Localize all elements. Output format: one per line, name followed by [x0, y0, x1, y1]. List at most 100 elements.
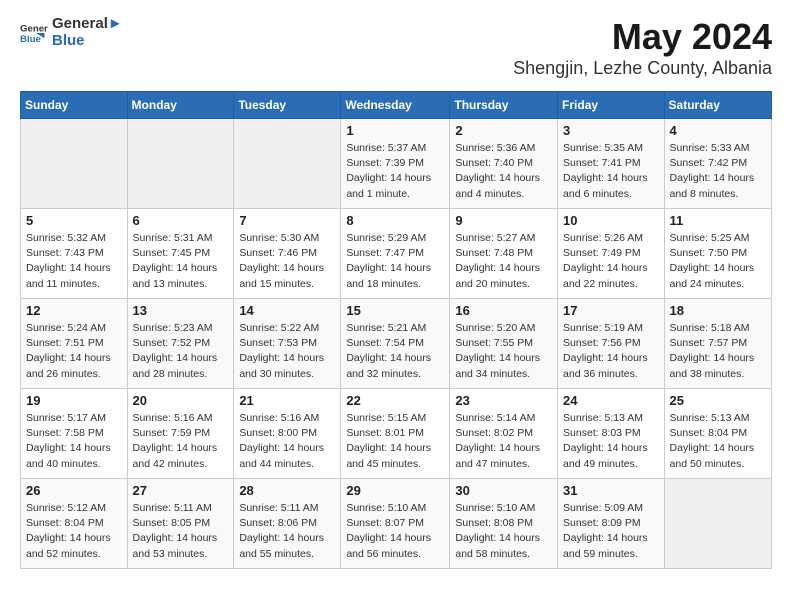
calendar-cell: 17 Sunrise: 5:19 AMSunset: 7:56 PMDaylig… — [558, 299, 665, 389]
day-number: 31 — [563, 483, 659, 498]
day-detail: Sunrise: 5:21 AMSunset: 7:54 PMDaylight:… — [346, 322, 431, 380]
day-detail: Sunrise: 5:27 AMSunset: 7:48 PMDaylight:… — [455, 232, 540, 290]
calendar-cell: 14 Sunrise: 5:22 AMSunset: 7:53 PMDaylig… — [234, 299, 341, 389]
calendar-cell: 3 Sunrise: 5:35 AMSunset: 7:41 PMDayligh… — [558, 119, 665, 209]
day-detail: Sunrise: 5:25 AMSunset: 7:50 PMDaylight:… — [670, 232, 755, 290]
day-number: 20 — [133, 393, 229, 408]
calendar-cell: 8 Sunrise: 5:29 AMSunset: 7:47 PMDayligh… — [341, 209, 450, 299]
calendar-week-row: 5 Sunrise: 5:32 AMSunset: 7:43 PMDayligh… — [21, 209, 772, 299]
calendar-cell: 9 Sunrise: 5:27 AMSunset: 7:48 PMDayligh… — [450, 209, 558, 299]
day-number: 27 — [133, 483, 229, 498]
day-detail: Sunrise: 5:23 AMSunset: 7:52 PMDaylight:… — [133, 322, 218, 380]
calendar-cell: 31 Sunrise: 5:09 AMSunset: 8:09 PMDaylig… — [558, 479, 665, 569]
logo-general: General — [52, 15, 108, 32]
day-detail: Sunrise: 5:19 AMSunset: 7:56 PMDaylight:… — [563, 322, 648, 380]
calendar-cell: 23 Sunrise: 5:14 AMSunset: 8:02 PMDaylig… — [450, 389, 558, 479]
weekday-header: Wednesday — [341, 92, 450, 119]
weekday-header: Thursday — [450, 92, 558, 119]
day-number: 13 — [133, 303, 229, 318]
day-detail: Sunrise: 5:10 AMSunset: 8:08 PMDaylight:… — [455, 502, 540, 560]
day-number: 12 — [26, 303, 122, 318]
day-detail: Sunrise: 5:26 AMSunset: 7:49 PMDaylight:… — [563, 232, 648, 290]
day-number: 16 — [455, 303, 552, 318]
calendar-week-row: 12 Sunrise: 5:24 AMSunset: 7:51 PMDaylig… — [21, 299, 772, 389]
calendar-cell — [127, 119, 234, 209]
calendar-cell: 5 Sunrise: 5:32 AMSunset: 7:43 PMDayligh… — [21, 209, 128, 299]
day-detail: Sunrise: 5:12 AMSunset: 8:04 PMDaylight:… — [26, 502, 111, 560]
calendar-cell: 27 Sunrise: 5:11 AMSunset: 8:05 PMDaylig… — [127, 479, 234, 569]
day-detail: Sunrise: 5:14 AMSunset: 8:02 PMDaylight:… — [455, 412, 540, 470]
day-detail: Sunrise: 5:13 AMSunset: 8:04 PMDaylight:… — [670, 412, 755, 470]
day-detail: Sunrise: 5:18 AMSunset: 7:57 PMDaylight:… — [670, 322, 755, 380]
calendar-cell: 29 Sunrise: 5:10 AMSunset: 8:07 PMDaylig… — [341, 479, 450, 569]
day-detail: Sunrise: 5:15 AMSunset: 8:01 PMDaylight:… — [346, 412, 431, 470]
day-number: 22 — [346, 393, 444, 408]
day-number: 30 — [455, 483, 552, 498]
day-number: 14 — [239, 303, 335, 318]
day-number: 23 — [455, 393, 552, 408]
day-number: 28 — [239, 483, 335, 498]
logo: General Blue General► Blue — [20, 16, 123, 49]
calendar-cell: 13 Sunrise: 5:23 AMSunset: 7:52 PMDaylig… — [127, 299, 234, 389]
calendar-cell: 6 Sunrise: 5:31 AMSunset: 7:45 PMDayligh… — [127, 209, 234, 299]
calendar-cell: 2 Sunrise: 5:36 AMSunset: 7:40 PMDayligh… — [450, 119, 558, 209]
day-detail: Sunrise: 5:11 AMSunset: 8:05 PMDaylight:… — [133, 502, 218, 560]
calendar-cell: 12 Sunrise: 5:24 AMSunset: 7:51 PMDaylig… — [21, 299, 128, 389]
calendar-cell: 15 Sunrise: 5:21 AMSunset: 7:54 PMDaylig… — [341, 299, 450, 389]
calendar-header-row: SundayMondayTuesdayWednesdayThursdayFrid… — [21, 92, 772, 119]
calendar-cell — [664, 479, 771, 569]
day-number: 10 — [563, 213, 659, 228]
weekday-header: Monday — [127, 92, 234, 119]
day-detail: Sunrise: 5:24 AMSunset: 7:51 PMDaylight:… — [26, 322, 111, 380]
calendar-table: SundayMondayTuesdayWednesdayThursdayFrid… — [20, 91, 772, 569]
day-detail: Sunrise: 5:29 AMSunset: 7:47 PMDaylight:… — [346, 232, 431, 290]
day-number: 21 — [239, 393, 335, 408]
weekday-header: Saturday — [664, 92, 771, 119]
day-detail: Sunrise: 5:09 AMSunset: 8:09 PMDaylight:… — [563, 502, 648, 560]
day-detail: Sunrise: 5:37 AMSunset: 7:39 PMDaylight:… — [346, 142, 431, 200]
day-number: 26 — [26, 483, 122, 498]
calendar-cell: 4 Sunrise: 5:33 AMSunset: 7:42 PMDayligh… — [664, 119, 771, 209]
calendar-location: Shengjin, Lezhe County, Albania — [513, 58, 772, 79]
calendar-cell: 26 Sunrise: 5:12 AMSunset: 8:04 PMDaylig… — [21, 479, 128, 569]
day-detail: Sunrise: 5:31 AMSunset: 7:45 PMDaylight:… — [133, 232, 218, 290]
calendar-cell — [234, 119, 341, 209]
calendar-title: May 2024 — [513, 16, 772, 58]
day-detail: Sunrise: 5:33 AMSunset: 7:42 PMDaylight:… — [670, 142, 755, 200]
calendar-cell: 25 Sunrise: 5:13 AMSunset: 8:04 PMDaylig… — [664, 389, 771, 479]
day-number: 25 — [670, 393, 766, 408]
day-number: 7 — [239, 213, 335, 228]
calendar-week-row: 26 Sunrise: 5:12 AMSunset: 8:04 PMDaylig… — [21, 479, 772, 569]
day-detail: Sunrise: 5:36 AMSunset: 7:40 PMDaylight:… — [455, 142, 540, 200]
day-number: 17 — [563, 303, 659, 318]
day-number: 5 — [26, 213, 122, 228]
day-number: 4 — [670, 123, 766, 138]
weekday-header: Tuesday — [234, 92, 341, 119]
calendar-cell: 24 Sunrise: 5:13 AMSunset: 8:03 PMDaylig… — [558, 389, 665, 479]
calendar-cell: 7 Sunrise: 5:30 AMSunset: 7:46 PMDayligh… — [234, 209, 341, 299]
day-number: 1 — [346, 123, 444, 138]
calendar-week-row: 1 Sunrise: 5:37 AMSunset: 7:39 PMDayligh… — [21, 119, 772, 209]
calendar-cell: 16 Sunrise: 5:20 AMSunset: 7:55 PMDaylig… — [450, 299, 558, 389]
calendar-cell: 22 Sunrise: 5:15 AMSunset: 8:01 PMDaylig… — [341, 389, 450, 479]
calendar-cell: 28 Sunrise: 5:11 AMSunset: 8:06 PMDaylig… — [234, 479, 341, 569]
logo-blue: Blue — [52, 33, 123, 50]
weekday-header: Friday — [558, 92, 665, 119]
day-detail: Sunrise: 5:30 AMSunset: 7:46 PMDaylight:… — [239, 232, 324, 290]
svg-text:General: General — [20, 23, 48, 34]
calendar-cell: 20 Sunrise: 5:16 AMSunset: 7:59 PMDaylig… — [127, 389, 234, 479]
day-detail: Sunrise: 5:16 AMSunset: 8:00 PMDaylight:… — [239, 412, 324, 470]
day-number: 6 — [133, 213, 229, 228]
day-number: 24 — [563, 393, 659, 408]
day-detail: Sunrise: 5:13 AMSunset: 8:03 PMDaylight:… — [563, 412, 648, 470]
day-detail: Sunrise: 5:17 AMSunset: 7:58 PMDaylight:… — [26, 412, 111, 470]
calendar-cell: 11 Sunrise: 5:25 AMSunset: 7:50 PMDaylig… — [664, 209, 771, 299]
calendar-cell: 30 Sunrise: 5:10 AMSunset: 8:08 PMDaylig… — [450, 479, 558, 569]
calendar-cell: 18 Sunrise: 5:18 AMSunset: 7:57 PMDaylig… — [664, 299, 771, 389]
day-number: 19 — [26, 393, 122, 408]
calendar-week-row: 19 Sunrise: 5:17 AMSunset: 7:58 PMDaylig… — [21, 389, 772, 479]
day-number: 15 — [346, 303, 444, 318]
day-detail: Sunrise: 5:16 AMSunset: 7:59 PMDaylight:… — [133, 412, 218, 470]
day-detail: Sunrise: 5:20 AMSunset: 7:55 PMDaylight:… — [455, 322, 540, 380]
svg-text:Blue: Blue — [20, 33, 41, 44]
